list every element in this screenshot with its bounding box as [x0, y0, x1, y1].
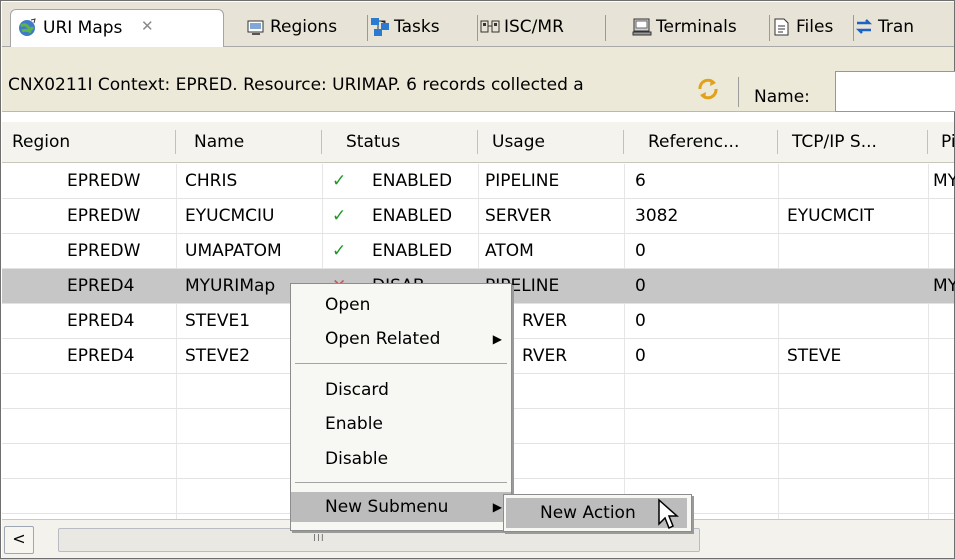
- tab-isc-mr[interactable]: ISC/MR: [480, 9, 606, 45]
- tab-tasks[interactable]: Tasks: [370, 9, 478, 45]
- transactions-icon: [854, 17, 878, 37]
- check-icon: ✓: [332, 206, 347, 226]
- submenu-arrow-icon: ▶: [492, 500, 502, 514]
- mouse-cursor-icon: [657, 498, 679, 535]
- tab-transactions[interactable]: Tran: [854, 9, 954, 45]
- regions-icon: [246, 17, 270, 37]
- column-header-reference[interactable]: Referenc...: [624, 122, 778, 162]
- check-icon: ✓: [332, 171, 347, 191]
- close-icon[interactable]: ✕: [141, 17, 154, 35]
- tab-label: Tasks: [394, 17, 440, 37]
- check-icon: ✓: [332, 241, 347, 261]
- table-row[interactable]: EPREDW CHRIS ✓ ENABLED PIPELINE 6 MY: [2, 164, 955, 199]
- menu-item-open-related[interactable]: Open Related ▶: [325, 324, 511, 354]
- tab-label: Tran: [878, 17, 915, 37]
- tab-terminals[interactable]: Terminals: [632, 9, 770, 45]
- menu-item-open[interactable]: Open: [325, 290, 370, 320]
- menu-item-new-submenu[interactable]: New Submenu ▶: [291, 492, 511, 522]
- table-header: Region Name Status Usage Referenc... TCP…: [2, 122, 954, 163]
- tab-strip: URI Maps ✕ Regions Tasks ISC/MR Terminal…: [2, 2, 954, 47]
- column-header-status[interactable]: Status: [322, 122, 478, 162]
- tab-label: URI Maps: [43, 18, 123, 38]
- column-header-region[interactable]: Region: [2, 122, 176, 162]
- tab-label: ISC/MR: [504, 17, 564, 37]
- submenu-arrow-icon: ▶: [492, 332, 502, 346]
- uri-maps-view: URI Maps ✕ Regions Tasks ISC/MR Terminal…: [0, 0, 955, 559]
- menu-item-enable[interactable]: Enable: [325, 409, 383, 439]
- menu-item-discard[interactable]: Discard: [325, 375, 389, 405]
- column-header-pipeline[interactable]: Pi: [928, 122, 954, 162]
- tab-label: Files: [796, 17, 834, 37]
- refresh-icon[interactable]: [694, 75, 722, 108]
- grip-icon: III: [313, 533, 325, 544]
- table-row[interactable]: EPREDW EYUCMCIU ✓ ENABLED SERVER 3082 EY…: [2, 199, 954, 234]
- column-header-tcpip-service[interactable]: TCP/IP S...: [778, 122, 928, 162]
- tab-label: Regions: [270, 17, 338, 37]
- status-message: CNX0211I Context: EPRED. Resource: URIMA…: [8, 75, 584, 95]
- tab-regions[interactable]: Regions: [246, 9, 368, 45]
- tab-files[interactable]: Files: [772, 9, 854, 45]
- globe-icon: [17, 18, 41, 38]
- tasks-icon: [370, 17, 394, 37]
- files-icon: [772, 17, 796, 37]
- name-filter-label: Name:: [754, 87, 810, 107]
- tab-label: Terminals: [656, 17, 737, 37]
- scroll-left-button[interactable]: <: [4, 526, 34, 554]
- column-header-name[interactable]: Name: [176, 122, 322, 162]
- menu-item-disable[interactable]: Disable: [325, 444, 388, 474]
- table-row[interactable]: EPREDW UMAPATOM ✓ ENABLED ATOM 0: [2, 234, 954, 269]
- column-header-usage[interactable]: Usage: [478, 122, 624, 162]
- context-menu: Open Open Related ▶ Discard Enable Disabl…: [290, 283, 512, 531]
- terminal-icon: [632, 17, 656, 37]
- isc-icon: [480, 17, 504, 37]
- tab-uri-maps[interactable]: URI Maps ✕: [10, 9, 224, 47]
- name-filter-input[interactable]: [835, 71, 955, 112]
- info-bar: CNX0211I Context: EPRED. Resource: URIMA…: [2, 47, 954, 112]
